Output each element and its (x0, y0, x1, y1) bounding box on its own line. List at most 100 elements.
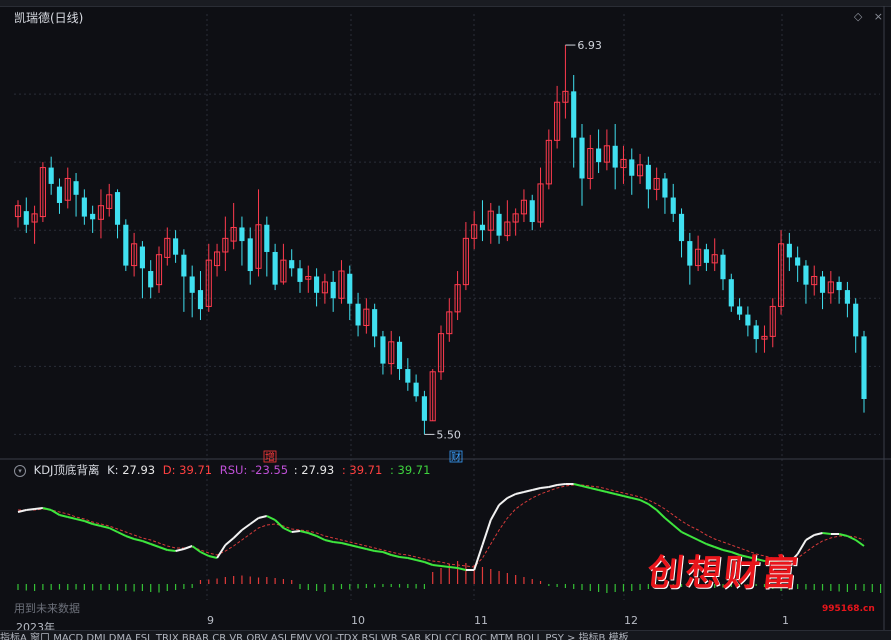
candle-body (264, 224, 270, 252)
k-line-segment (457, 567, 467, 571)
k-line-segment (805, 534, 815, 541)
candle-body (139, 246, 145, 269)
future-data-note: 用到未来数据 (14, 602, 80, 615)
candle-body (703, 249, 709, 263)
watermark-logo: 创想财富 (645, 552, 802, 594)
candle-body (753, 325, 759, 340)
candle-body (803, 265, 809, 285)
candle-body (123, 224, 129, 266)
k-line-segment (432, 564, 442, 567)
k-line-segment (26, 508, 35, 511)
candle-body (314, 276, 320, 293)
candle-body (114, 192, 121, 225)
indicator-name[interactable]: KDJ顶底背离 (34, 463, 100, 477)
rsu-label: RSU: (219, 463, 248, 477)
candle-body (272, 251, 278, 285)
candle-body (629, 159, 635, 176)
candle-body (844, 290, 850, 304)
candle-body (189, 276, 195, 293)
d-value: 39.71 (179, 463, 213, 477)
candle-body (380, 336, 386, 364)
low-label: 5.50 (436, 428, 461, 441)
candle-body (23, 211, 29, 225)
k-line-segment (399, 556, 408, 559)
x-axis-month-11: 11 (474, 614, 488, 627)
candle-body (579, 137, 585, 179)
k-line-segment (282, 527, 293, 533)
k-line-segment (208, 555, 218, 559)
k-line-segment (623, 495, 632, 499)
candle-body (148, 271, 154, 288)
k-line-segment (664, 517, 674, 526)
k-line-segment (249, 517, 260, 525)
candle-body (786, 243, 792, 258)
k-line-segment (224, 537, 235, 546)
value-1: : 27.93 (293, 463, 335, 477)
candle-body (181, 254, 187, 277)
candle-body (612, 145, 618, 168)
k-line-segment (449, 566, 458, 569)
k-line-segment (532, 487, 541, 491)
k-line-segment (498, 497, 508, 506)
candle-body (73, 181, 79, 195)
k-line-segment (689, 535, 699, 541)
candle-body (405, 369, 411, 383)
chevron-down-icon[interactable]: ▾ (14, 465, 26, 477)
k-line-segment (42, 507, 52, 511)
candle-body (413, 382, 419, 397)
k-line-segment (523, 489, 533, 493)
k-line-segment (415, 559, 425, 563)
candle-body (289, 260, 295, 269)
candle-body (645, 164, 651, 190)
candle-body (347, 273, 353, 304)
k-line-segment (822, 532, 831, 535)
k-line-segment (506, 493, 517, 499)
k-line-segment (133, 538, 143, 542)
k-line-segment (92, 523, 102, 527)
k-line-segment (590, 487, 599, 491)
candle-body (836, 281, 842, 291)
k-line-segment (324, 539, 334, 543)
k-line-segment (175, 548, 185, 552)
marker-label: 财 (451, 451, 461, 464)
k-line-segment (424, 561, 434, 566)
candle-body (596, 148, 602, 163)
k-line-segment (440, 565, 450, 568)
k-line-segment (814, 532, 823, 536)
k-line-segment (333, 541, 342, 544)
k-line-segment (672, 524, 683, 533)
k-line-segment (100, 525, 110, 529)
k-line-segment (183, 545, 193, 550)
candle-body (861, 336, 867, 399)
candle-body (372, 309, 378, 337)
k-line-segment (75, 518, 85, 522)
k-line-segment (639, 499, 649, 505)
candle-body (745, 314, 751, 326)
candle-body (853, 303, 859, 337)
candle-body (795, 257, 801, 266)
k-line-segment (349, 544, 359, 548)
k-line-segment (631, 497, 641, 501)
candle-body (48, 167, 54, 184)
candle-body (90, 213, 96, 220)
k-line-segment (382, 551, 392, 556)
candle-body (239, 227, 245, 242)
candle-body (687, 241, 693, 266)
k-line-segment (34, 507, 44, 510)
high-label: 6.93 (577, 39, 602, 52)
candle-body (396, 341, 403, 370)
k-line-segment (614, 493, 624, 497)
k-line-segment (266, 515, 276, 521)
candle-body (173, 238, 179, 255)
k-line-segment (598, 489, 608, 493)
candle-body (355, 303, 361, 326)
k-line-segment (357, 546, 367, 550)
candle-body (496, 213, 502, 236)
candle-body (819, 276, 826, 293)
candle-body (728, 279, 734, 307)
k-line-segment (232, 529, 243, 539)
value-2: : 39.71 (341, 463, 383, 477)
candle-body (421, 396, 427, 421)
indicator-header: ▾ KDJ顶底背离 K: 27.93 D: 39.71 RSU: -23.55 … (14, 462, 430, 478)
k-line-segment (241, 523, 251, 531)
